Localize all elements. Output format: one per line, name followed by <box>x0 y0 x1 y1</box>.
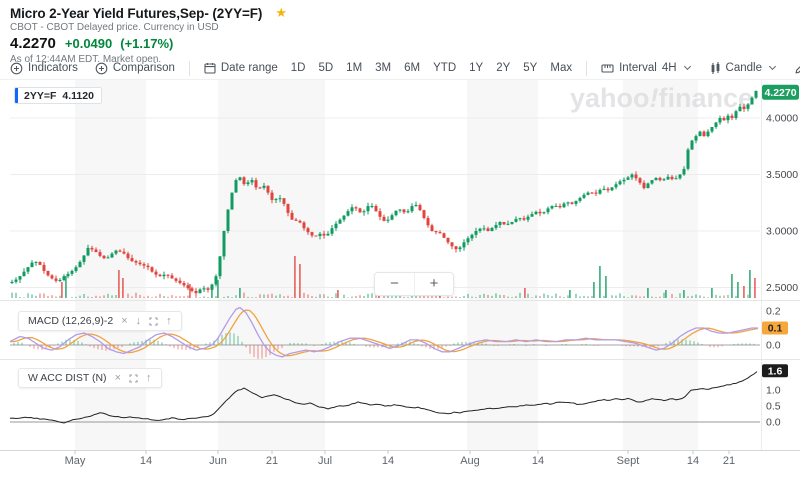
svg-text:2.5000: 2.5000 <box>766 282 798 294</box>
month-stripes <box>75 80 698 450</box>
svg-text:3.0000: 3.0000 <box>766 226 798 238</box>
y-axis-labels: 4.0000 3.5000 3.0000 2.5000 0.2 0.0 1.0 0.5 0.0 4… <box>762 84 799 429</box>
zoom-out-button[interactable]: − <box>375 273 414 295</box>
macd-label: MACD (12,26,9)-2 <box>28 315 114 327</box>
svg-text:21: 21 <box>266 455 278 467</box>
svg-text:May: May <box>65 455 86 467</box>
svg-text:0.2: 0.2 <box>766 306 781 318</box>
zoom-in-button[interactable]: + <box>414 273 453 295</box>
macd-indicator-chip: MACD (12,26,9)-2 × ↓ ↑ <box>18 311 182 331</box>
macd-expand-icon[interactable] <box>149 316 158 326</box>
legend-symbol: 2YY=F <box>24 89 57 102</box>
svg-text:14: 14 <box>382 455 394 467</box>
svg-text:3.5000: 3.5000 <box>766 169 798 181</box>
svg-text:Sept: Sept <box>617 455 640 467</box>
svg-text:0.1: 0.1 <box>768 323 783 335</box>
svg-text:21: 21 <box>723 455 735 467</box>
wacc-move-up-icon[interactable]: ↑ <box>146 372 152 384</box>
svg-text:14: 14 <box>687 455 699 467</box>
svg-text:0.0: 0.0 <box>766 417 781 429</box>
x-axis: May 14 Jun 21 Jul 14 Aug 14 Sept 14 21 <box>0 450 800 467</box>
finance-chart-app: Micro 2-Year Yield Futures,Sep- (2YY=F) … <box>0 0 800 483</box>
legend-value: 4.1120 <box>62 89 94 102</box>
svg-text:Jul: Jul <box>318 455 332 467</box>
macd-close-icon[interactable]: × <box>121 315 127 327</box>
svg-text:4.2270: 4.2270 <box>764 87 796 99</box>
wacc-value-badge: 1.6 <box>762 364 788 378</box>
zoom-controls: − + <box>374 272 454 296</box>
svg-text:14: 14 <box>140 455 152 467</box>
last-price-badge: 4.2270 <box>762 84 799 100</box>
wacc-close-icon[interactable]: × <box>115 372 121 384</box>
wacc-label: W ACC DIST (N) <box>28 372 107 384</box>
macd-value-badge: 0.1 <box>762 321 788 335</box>
svg-text:Aug: Aug <box>460 455 480 467</box>
watermark: yahoo!finance <box>570 83 753 113</box>
svg-text:14: 14 <box>532 455 544 467</box>
wacc-indicator-chip: W ACC DIST (N) × ↑ <box>18 368 162 388</box>
symbol-legend-chip[interactable]: 2YY=F 4.1120 <box>14 87 102 104</box>
svg-text:Jun: Jun <box>209 455 227 467</box>
chart-canvas[interactable]: yahoo!finance May 14 Jun 21 Jul 14 Aug 14 Sept 14 2… <box>0 0 800 483</box>
macd-move-down-icon[interactable]: ↓ <box>136 315 142 327</box>
svg-text:4.0000: 4.0000 <box>766 113 798 125</box>
svg-text:1.0: 1.0 <box>766 385 781 397</box>
wacc-expand-icon[interactable] <box>129 373 138 383</box>
svg-text:0.0: 0.0 <box>766 340 781 352</box>
svg-text:1.6: 1.6 <box>768 365 783 377</box>
macd-move-up-icon[interactable]: ↑ <box>166 315 172 327</box>
svg-text:0.5: 0.5 <box>766 401 781 413</box>
